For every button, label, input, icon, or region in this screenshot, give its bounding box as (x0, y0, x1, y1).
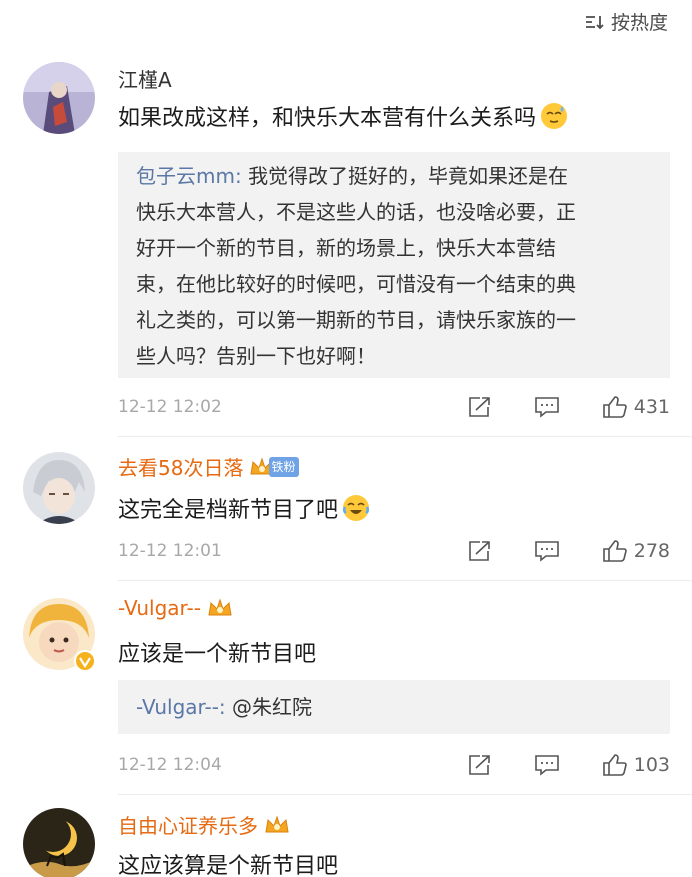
like-count: 278 (633, 540, 670, 562)
quoted-username[interactable]: -Vulgar--: (136, 695, 226, 719)
crown-icon (265, 814, 289, 832)
quoted-line: 好开一个新的节目，新的场景上，快乐大本营结 (136, 236, 556, 260)
reply-icon (534, 541, 559, 562)
reply-icon (534, 397, 559, 418)
sweat-smile-emoji-icon (541, 103, 568, 129)
like-count: 431 (633, 396, 670, 418)
divider (118, 580, 692, 581)
comment-text-content: 这应该算是个新节目吧 (118, 854, 339, 877)
reply-button[interactable] (534, 396, 560, 418)
comment-text: 如果改成这样，和快乐大本营有什么关系吗 (118, 100, 568, 132)
avatar[interactable] (23, 62, 95, 134)
comment-meta: 12-12 12:02 431 (118, 392, 670, 422)
username[interactable]: -Vulgar-- (118, 596, 233, 620)
username[interactable]: 江槿A (118, 64, 172, 93)
comment-meta: 12-12 12:01 278 (118, 536, 670, 566)
avatar[interactable] (23, 452, 95, 524)
like-count: 103 (633, 754, 670, 776)
quoted-line: 礼之类的，可以第一期新的节目，请快乐家族的一 (136, 308, 576, 332)
username[interactable]: 去看58次日落 铁粉 (118, 452, 300, 481)
comment-text: 应该是一个新节目吧 (118, 636, 316, 668)
comment-text: 这应该算是个新节目吧 (118, 848, 338, 877)
quoted-line: 我觉得改了挺好的，毕竟如果还是在 (248, 164, 569, 188)
laugh-cry-emoji-icon (342, 495, 370, 521)
reply-button[interactable] (534, 754, 560, 776)
share-icon (468, 541, 490, 561)
quoted-line: 些人吗？告别一下也好啊！ (136, 344, 376, 368)
share-button[interactable] (468, 540, 492, 562)
timestamp: 12-12 12:01 (118, 541, 222, 561)
username-text[interactable]: -Vulgar-- (118, 596, 201, 620)
timestamp: 12-12 12:02 (118, 397, 222, 417)
comment-meta: 12-12 12:04 103 (118, 750, 670, 780)
thumbs-up-icon (602, 540, 627, 562)
thumbs-up-icon (602, 396, 627, 418)
like-button[interactable]: 431 (602, 395, 670, 419)
comment-text-content: 应该是一个新节目吧 (118, 642, 317, 667)
username[interactable]: 自由心证养乐多 (118, 810, 290, 839)
quoted-line: 束，在他比较好的时候吧，可惜没有一个结束的典 (136, 272, 576, 296)
sort-label: 按热度 (610, 12, 668, 34)
share-icon (468, 755, 490, 775)
quoted-line: 快乐大本营人，不是这些人的话，也没啥必要，正 (136, 200, 576, 224)
comment-text: 这完全是档新节目了吧 (118, 492, 370, 524)
like-button[interactable]: 103 (602, 753, 670, 777)
share-icon (468, 397, 490, 417)
quoted-reply[interactable]: 包子云mm: 我觉得改了挺好的，毕竟如果还是在 快乐大本营人，不是这些人的话，也… (118, 152, 670, 378)
vip-badge: 铁粉 (249, 456, 300, 478)
quoted-mention[interactable]: @朱红院 (226, 695, 312, 719)
verified-icon (74, 650, 96, 672)
avatar[interactable] (23, 808, 95, 877)
comment-text-content: 如果改成这样，和快乐大本营有什么关系吗 (118, 106, 537, 131)
sort-toggle[interactable]: 按热度 (585, 8, 668, 35)
username-text[interactable]: 江槿A (118, 64, 172, 93)
comment-text-content: 这完全是档新节目了吧 (118, 498, 339, 523)
crown-icon (208, 598, 232, 616)
divider (118, 794, 692, 795)
username-text[interactable]: 去看58次日落 (118, 452, 243, 481)
fan-badge: 铁粉 (269, 456, 300, 477)
thumbs-up-icon (602, 754, 627, 776)
divider (118, 436, 692, 437)
quoted-username[interactable]: 包子云mm: (136, 164, 242, 188)
timestamp: 12-12 12:04 (118, 755, 222, 775)
like-button[interactable]: 278 (602, 539, 670, 563)
reply-button[interactable] (534, 540, 560, 562)
username-text[interactable]: 自由心证养乐多 (118, 810, 258, 839)
quoted-reply[interactable]: -Vulgar--: @朱红院 (118, 680, 670, 734)
share-button[interactable] (468, 396, 492, 418)
share-button[interactable] (468, 754, 492, 776)
reply-icon (534, 755, 559, 776)
sort-icon (585, 15, 604, 29)
